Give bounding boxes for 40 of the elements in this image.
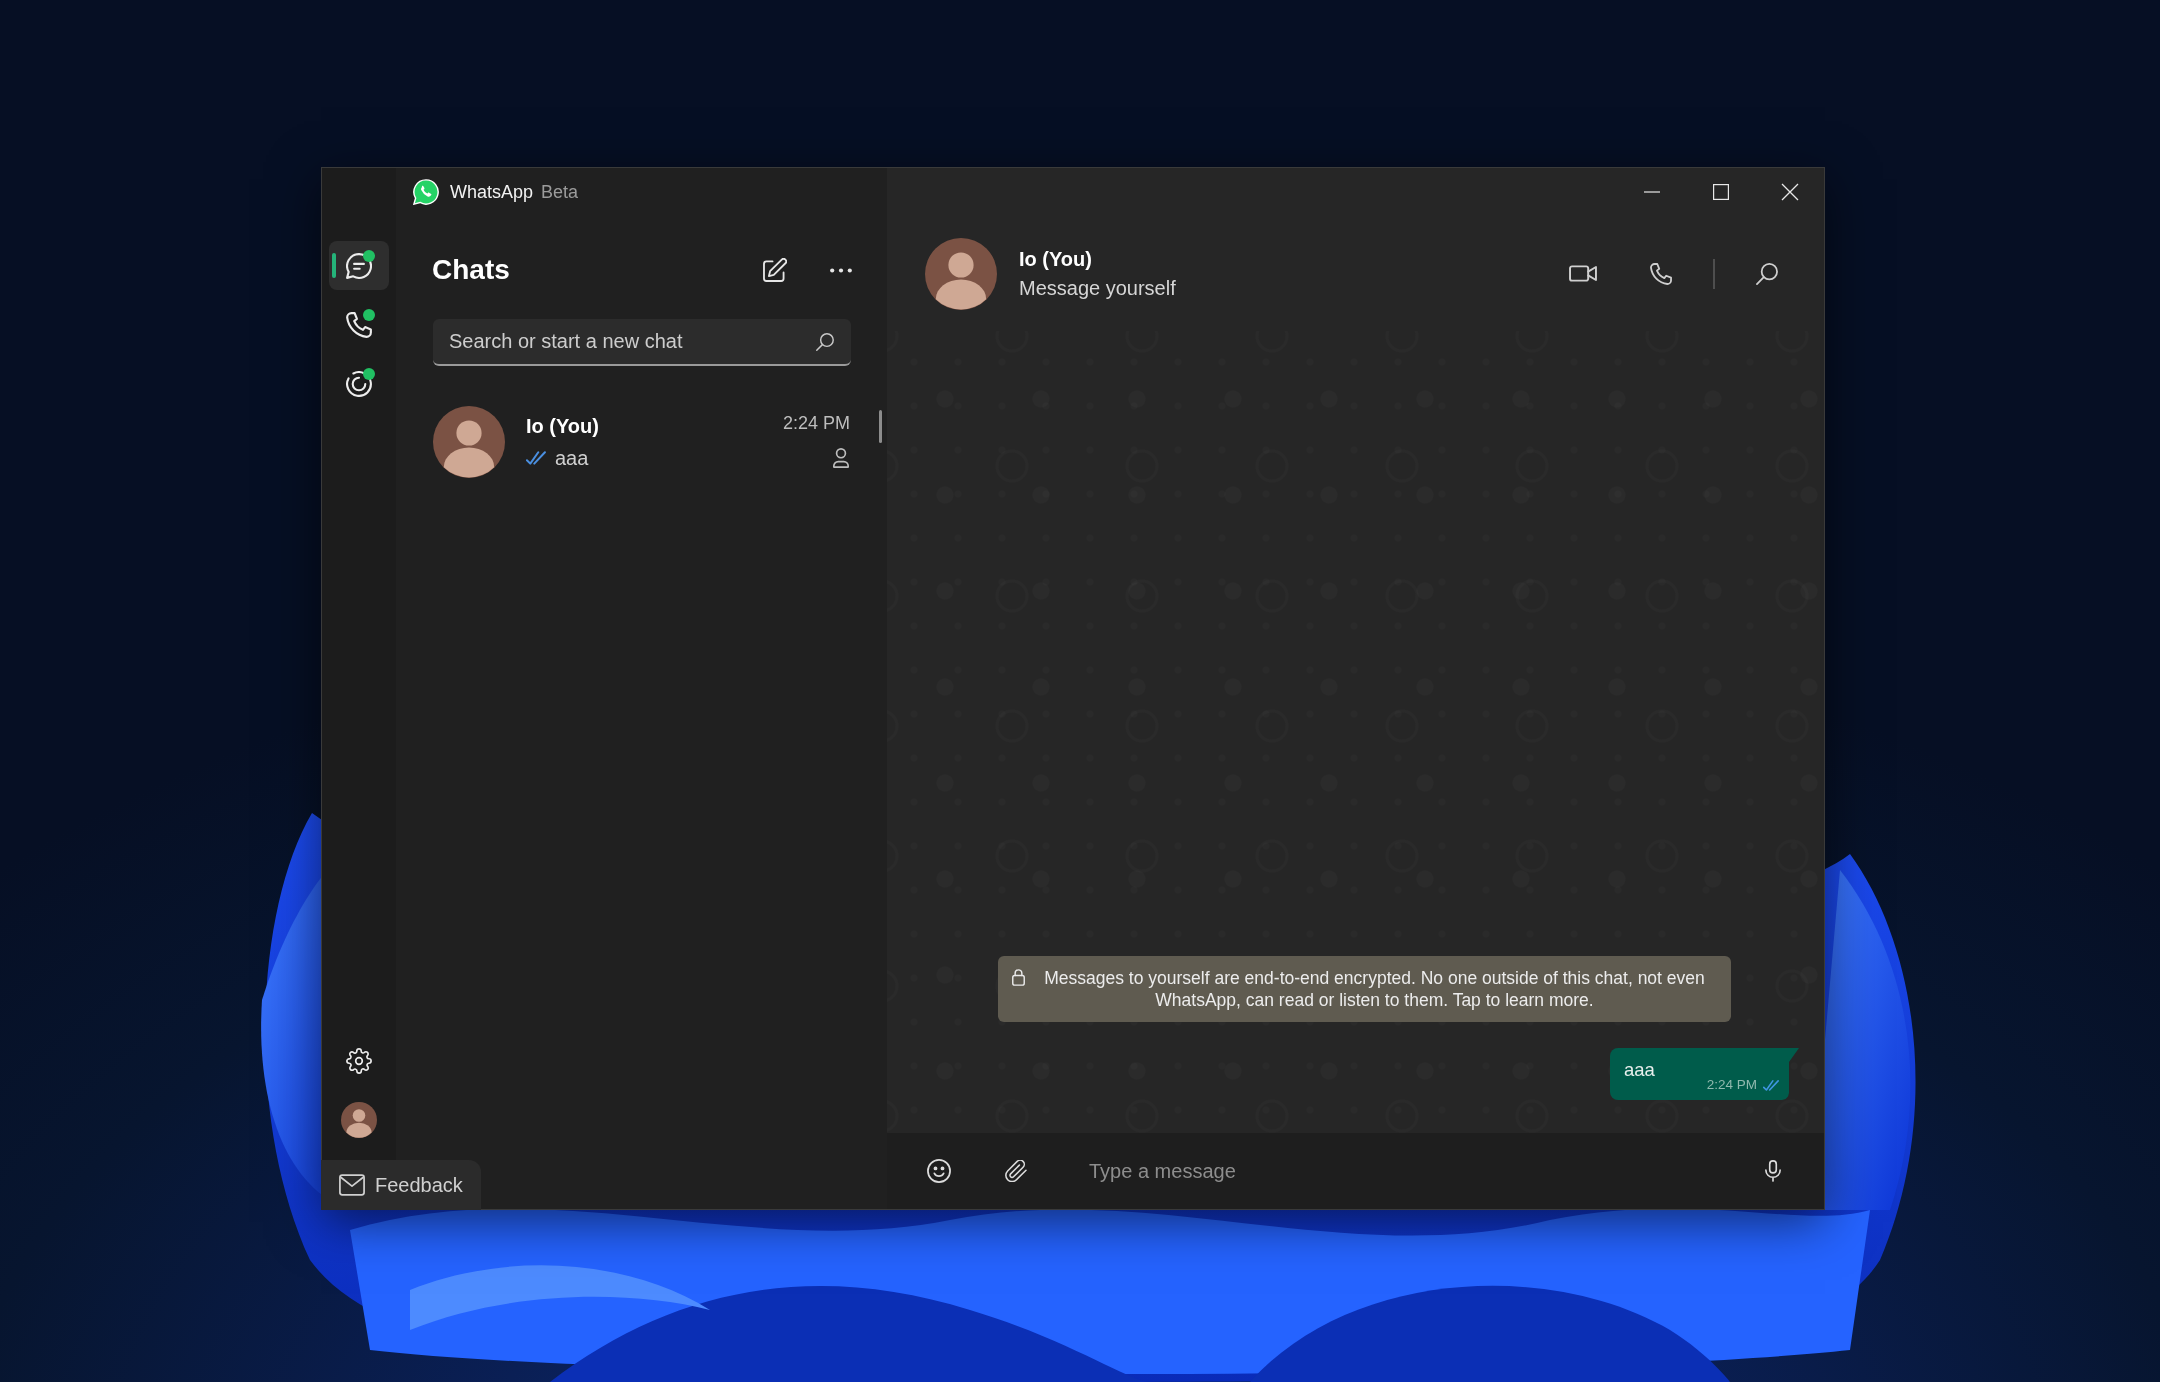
smiley-icon bbox=[927, 1159, 951, 1183]
lock-icon bbox=[1012, 969, 1025, 986]
person-icon bbox=[832, 448, 850, 468]
ellipsis-icon bbox=[830, 267, 852, 273]
panel-title: Chats bbox=[432, 253, 510, 287]
whatsapp-logo-icon bbox=[413, 179, 439, 205]
avatar-icon bbox=[925, 237, 997, 310]
contact-status: Message yourself bbox=[1019, 276, 1176, 301]
scrollbar-thumb[interactable] bbox=[879, 410, 882, 443]
search-icon bbox=[816, 333, 834, 351]
feedback-button[interactable]: Feedback bbox=[321, 1160, 481, 1210]
encryption-notice[interactable]: Messages to yourself are end-to-end encrypted. No one outside of this chat, not even WhatsApp, can read or listen to them. Tap to learn more. bbox=[998, 956, 1731, 1022]
edition-label: Beta bbox=[541, 180, 579, 204]
pencil-square-icon bbox=[763, 258, 787, 282]
message-preview: aaa bbox=[555, 446, 589, 471]
close-icon bbox=[1780, 183, 1799, 201]
chats-tab[interactable] bbox=[329, 241, 389, 290]
avatar-icon bbox=[433, 406, 505, 478]
envelope-icon bbox=[339, 1174, 365, 1196]
video-camera-icon bbox=[1569, 265, 1597, 282]
microphone-icon bbox=[1765, 1160, 1781, 1182]
paperclip-icon bbox=[1005, 1160, 1027, 1182]
contact-name: Io (You) bbox=[526, 414, 599, 439]
message-text: aaa bbox=[1624, 1058, 1655, 1082]
avatar-icon bbox=[341, 1101, 377, 1138]
contact-name: Io (You) bbox=[1019, 247, 1092, 272]
settings-icon bbox=[346, 1047, 372, 1074]
message-time: 2:24 PM bbox=[1706, 1076, 1757, 1094]
notice-text: Messages to yourself are end-to-end encrypted. No one outside of this chat, not even WhatsApp, can read or listen to them. Tap to learn more. bbox=[1043, 967, 1706, 1011]
chat-bubble-icon bbox=[346, 252, 372, 279]
phone-icon bbox=[346, 311, 372, 338]
phone-icon bbox=[1650, 262, 1672, 285]
status-ring-icon bbox=[346, 370, 372, 397]
minimize-icon bbox=[1643, 191, 1660, 193]
composer-bar[interactable]: Type a message bbox=[887, 1133, 1824, 1209]
search-icon bbox=[1756, 262, 1778, 285]
message-time: 2:24 PM bbox=[782, 412, 850, 434]
maximize-icon bbox=[1712, 184, 1729, 200]
window-title: WhatsApp bbox=[450, 180, 534, 204]
search-field[interactable]: Search or start a new chat bbox=[433, 319, 851, 366]
